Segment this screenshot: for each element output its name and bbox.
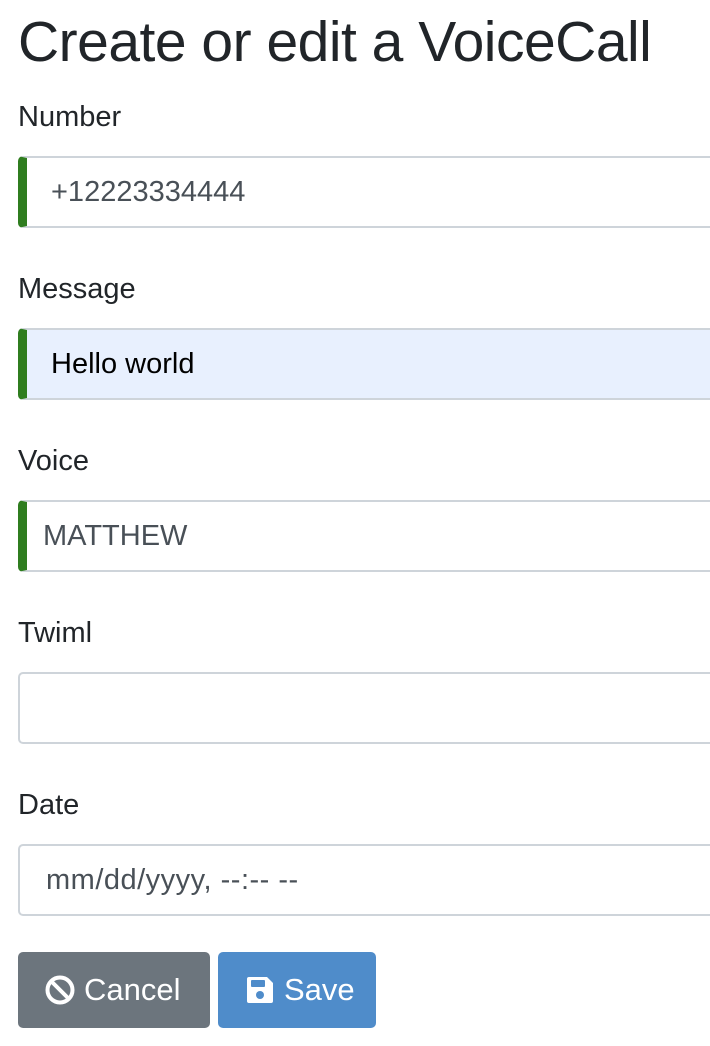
cancel-button-label: Cancel — [84, 972, 181, 1007]
voice-selected-value: MATTHEW — [43, 519, 188, 552]
save-button-label: Save — [284, 972, 355, 1007]
voice-select[interactable]: MATTHEW — [18, 500, 710, 572]
voice-label: Voice — [18, 445, 89, 477]
cancel-button[interactable]: Cancel — [18, 952, 210, 1028]
date-label: Date — [18, 789, 80, 821]
date-field[interactable]: mm/dd/yyyy, --:-- -- — [18, 844, 710, 916]
number-field[interactable]: +12223334444 — [18, 156, 710, 228]
page-title: Create or edit a VoiceCall — [18, 10, 652, 74]
twiml-field[interactable] — [18, 672, 710, 744]
ban-icon — [44, 974, 76, 1006]
twiml-label: Twiml — [18, 617, 93, 649]
floppy-disk-icon — [244, 974, 276, 1006]
number-value: +12223334444 — [51, 175, 246, 208]
message-field[interactable]: Hello world — [18, 328, 710, 400]
number-label: Number — [18, 101, 122, 133]
message-label: Message — [18, 273, 136, 305]
message-value: Hello world — [51, 347, 195, 380]
save-button[interactable]: Save — [218, 952, 376, 1028]
voicecall-edit-page: Create or edit a VoiceCall Number +12223… — [0, 0, 710, 1046]
date-placeholder: mm/dd/yyyy, --:-- -- — [46, 863, 299, 896]
